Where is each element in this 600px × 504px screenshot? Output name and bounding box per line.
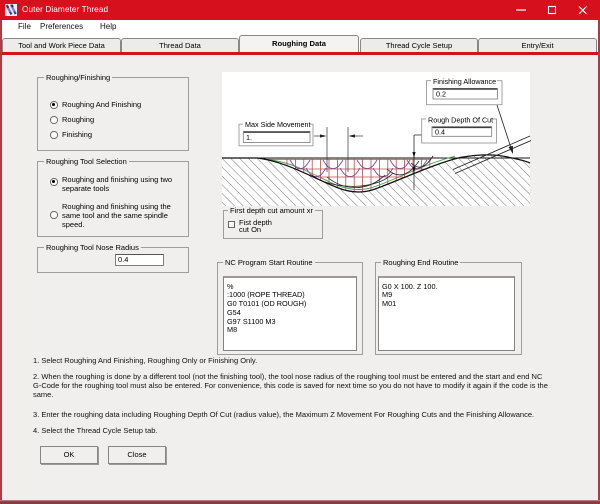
svg-text:0.2: 0.2: [436, 90, 446, 99]
svg-text:1.: 1.: [246, 133, 252, 142]
svg-text:Max Side Movement: Max Side Movement: [245, 120, 311, 129]
svg-text:Rough Depth Of Cut: Rough Depth Of Cut: [428, 115, 493, 124]
svg-text:0.4: 0.4: [435, 128, 445, 137]
svg-text:Finishing Allowance: Finishing Allowance: [433, 77, 496, 86]
